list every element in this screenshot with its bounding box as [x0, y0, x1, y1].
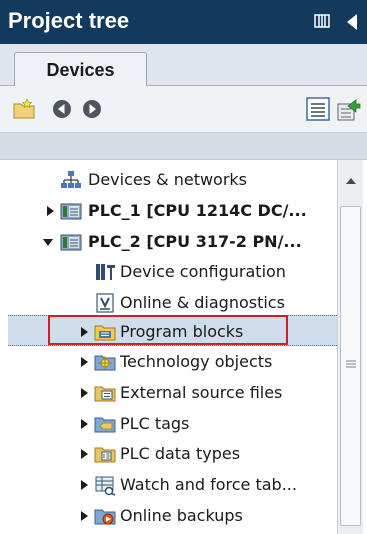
expand-arrow-icon[interactable] — [44, 204, 56, 218]
tree-item-plc2[interactable]: PLC_2 [CPU 317-2 PN/... — [8, 226, 337, 257]
tree-item-plc-tags[interactable]: PLC tags — [8, 408, 337, 439]
tab-devices[interactable]: Devices — [14, 52, 147, 87]
tree-item-plc1[interactable]: PLC_1 [CPU 1214C DC/... — [8, 195, 337, 226]
program-blocks-icon — [94, 325, 116, 341]
tree-item-label: Online backups — [120, 506, 243, 525]
expand-arrow-icon[interactable] — [78, 355, 90, 369]
forward-icon[interactable] — [82, 99, 102, 119]
tree-item-watch-force-tables[interactable]: Watch and force tab... — [8, 469, 337, 500]
toolbar-separator — [0, 132, 367, 160]
tree-item-label: Devices & networks — [88, 170, 248, 189]
tree-item-plc-data-types[interactable]: PLC data types — [8, 438, 337, 469]
tab-strip: Devices — [0, 44, 367, 87]
plc-data-types-icon — [94, 447, 116, 463]
expand-arrow-icon[interactable] — [78, 417, 90, 431]
panel-titlebar: Project tree — [0, 0, 367, 44]
scrollbar-thumb[interactable] — [340, 206, 361, 526]
plc-tags-icon — [94, 417, 116, 433]
chevron-up-icon — [345, 178, 356, 184]
overview-icon[interactable] — [306, 97, 330, 121]
back-icon[interactable] — [52, 99, 72, 119]
watch-table-icon — [95, 476, 116, 496]
tree-item-label: PLC_2 [CPU 317-2 PN/... — [88, 232, 302, 251]
new-folder-icon[interactable] — [12, 98, 36, 120]
tree-item-technology-objects[interactable]: Technology objects — [8, 346, 337, 377]
expand-arrow-icon[interactable] — [78, 325, 90, 339]
tree-item-online-diagnostics[interactable]: Online & diagnostics — [8, 287, 337, 318]
expand-arrow-icon[interactable] — [78, 447, 90, 461]
online-diagnostics-icon — [96, 293, 114, 313]
expand-arrow-icon[interactable] — [78, 478, 90, 492]
tree-item-external-source-files[interactable]: External source files — [8, 377, 337, 408]
tree-item-label: Online & diagnostics — [120, 293, 285, 312]
collapse-panel-icon[interactable] — [341, 10, 363, 34]
collapse-arrow-icon[interactable] — [42, 235, 54, 249]
plc-icon — [60, 203, 82, 220]
tree-item-online-backups[interactable]: Online backups — [8, 500, 337, 531]
project-tree: Devices & networks PLC_1 [CPU 1214C DC/.… — [8, 160, 337, 534]
export-icon[interactable] — [336, 96, 362, 122]
plc-icon — [60, 234, 82, 251]
tree-item-label: PLC tags — [120, 414, 190, 433]
online-backups-icon — [94, 509, 116, 525]
network-icon — [61, 171, 81, 188]
pin-panel-icon[interactable] — [313, 12, 331, 30]
tree-scrollbar[interactable] — [337, 160, 363, 534]
tree-item-label: Program blocks — [120, 322, 244, 341]
tree-item-label: External source files — [120, 383, 283, 402]
tree-item-devices-networks[interactable]: Devices & networks — [8, 164, 337, 195]
external-source-icon — [94, 386, 116, 402]
scroll-up-button[interactable] — [338, 168, 363, 194]
tree-item-label: Device configuration — [120, 262, 286, 281]
toolbar — [0, 86, 367, 132]
tree-item-device-configuration[interactable]: Device configuration — [8, 256, 337, 287]
device-config-icon — [96, 264, 115, 280]
technology-objects-icon — [94, 355, 116, 371]
grip-icon — [346, 360, 356, 368]
tree-item-program-blocks[interactable]: Program blocks — [8, 315, 337, 346]
tree-item-label: PLC data types — [120, 444, 241, 463]
tree-item-label: Technology objects — [120, 352, 273, 371]
expand-arrow-icon[interactable] — [78, 509, 90, 523]
tree-item-label: PLC_1 [CPU 1214C DC/... — [88, 201, 307, 220]
expand-arrow-icon[interactable] — [78, 386, 90, 400]
panel-title: Project tree — [8, 8, 130, 33]
tree-item-label: Watch and force tab... — [120, 475, 297, 494]
